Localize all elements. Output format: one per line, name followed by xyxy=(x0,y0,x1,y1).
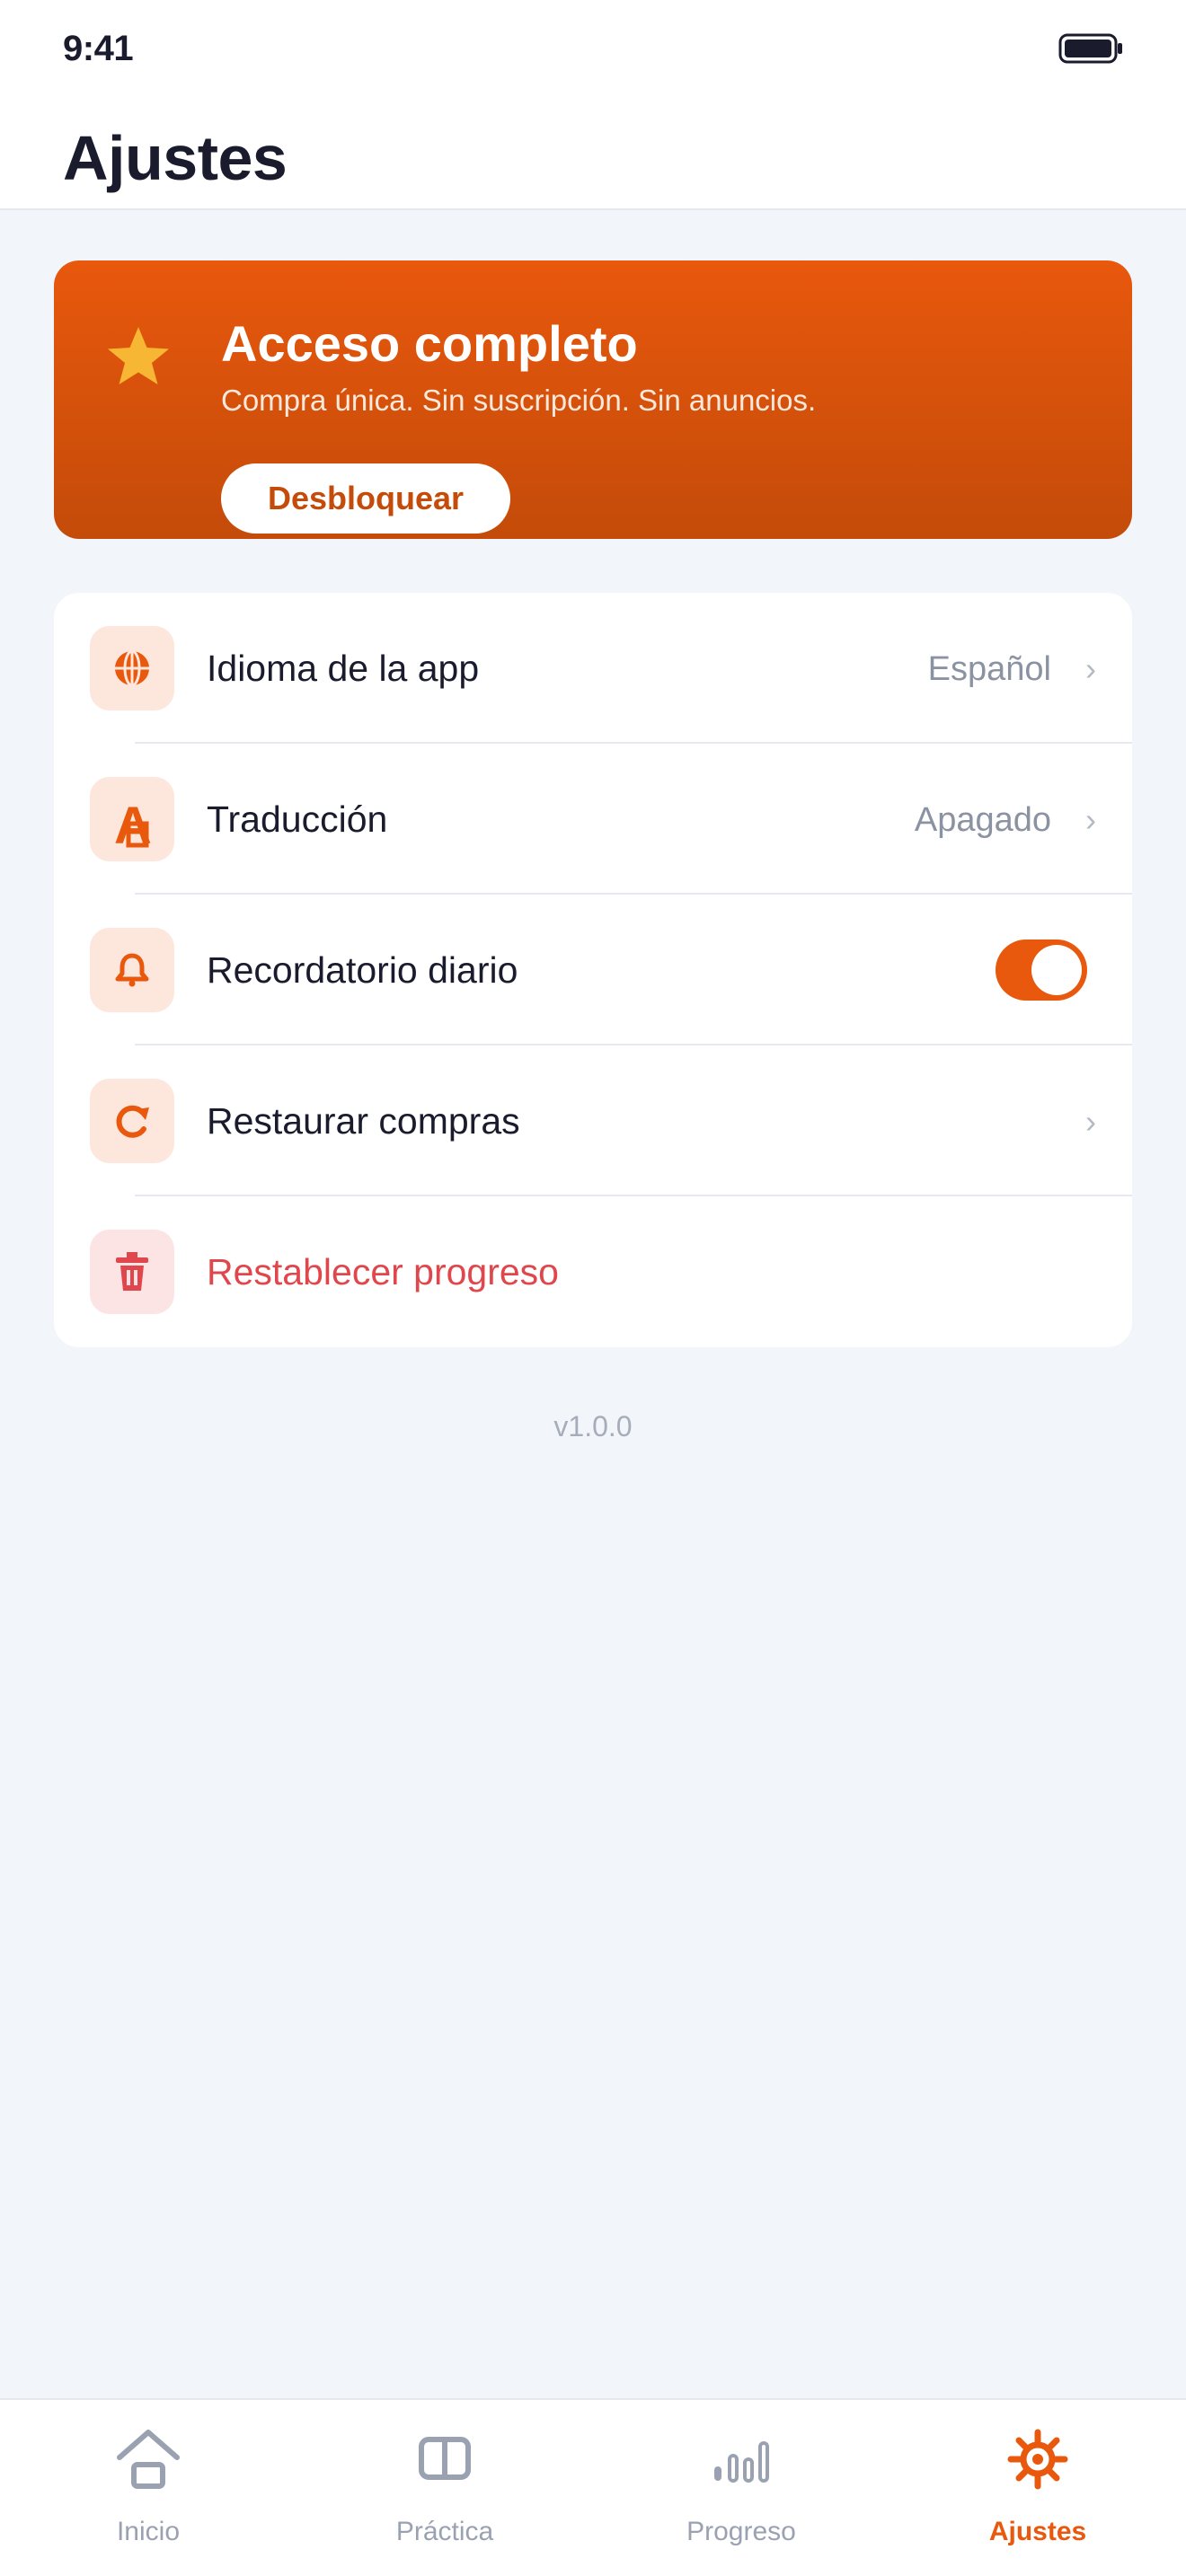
settings-row-label: Restaurar compras xyxy=(207,1100,520,1142)
restore-icon-tile xyxy=(90,1079,174,1163)
promo-subtitle: Compra única. Sin suscripción. Sin anunc… xyxy=(221,384,817,417)
settings-row-daily-reminder: Recordatorio diario xyxy=(54,895,1132,1045)
translation-icon-tile: A xyxy=(90,777,174,861)
globe-icon xyxy=(115,649,149,687)
tab-progreso[interactable]: Progreso xyxy=(593,2400,890,2576)
status-time: 9:41 xyxy=(63,29,134,68)
toggle-knob xyxy=(1031,945,1082,995)
book-icon xyxy=(419,2437,471,2480)
language-icon-tile xyxy=(90,626,174,710)
settings-row-label: Recordatorio diario xyxy=(207,949,518,991)
chevron-right-icon: › xyxy=(1085,650,1096,687)
settings-row-value: Apagado xyxy=(914,801,1051,839)
translate-icon: A xyxy=(114,797,152,851)
settings-row-label: Traducción xyxy=(207,798,388,840)
tab-inicio[interactable]: Inicio xyxy=(0,2400,296,2576)
settings-row-value: Español xyxy=(927,650,1051,688)
tab-practica[interactable]: Práctica xyxy=(296,2400,593,2576)
trash-icon xyxy=(116,1252,148,1291)
gear-icon xyxy=(1007,2429,1068,2490)
tab-bar: Inicio Práctica Progreso Ajustes xyxy=(0,2398,1186,2576)
app-version: v1.0.0 xyxy=(553,1410,633,1442)
chevron-right-icon: › xyxy=(1085,801,1096,838)
reminder-icon-tile xyxy=(90,928,174,1012)
star-icon xyxy=(108,327,169,384)
page-title: Ajustes xyxy=(63,123,288,193)
settings-row-restore-purchases[interactable]: Restaurar compras › xyxy=(54,1045,1132,1196)
settings-row-label: Restablecer progreso xyxy=(207,1251,559,1292)
bell-icon xyxy=(115,953,149,987)
chevron-right-icon: › xyxy=(1085,1103,1096,1140)
reset-icon-tile xyxy=(90,1230,174,1314)
tab-label: Inicio xyxy=(116,2517,181,2546)
tab-label: Ajustes xyxy=(988,2517,1087,2546)
top-header: 9:41 Ajustes xyxy=(0,0,1186,210)
daily-reminder-toggle[interactable] xyxy=(996,940,1087,1001)
home-icon xyxy=(117,2430,180,2489)
tab-label: Práctica xyxy=(395,2517,494,2546)
settings-row-language[interactable]: Idioma de la app Español › xyxy=(54,593,1132,744)
settings-list: Idioma de la app Español › A Traducción … xyxy=(54,593,1132,1347)
tab-ajustes[interactable]: Ajustes xyxy=(890,2400,1186,2576)
battery-icon xyxy=(1058,33,1122,64)
tab-label: Progreso xyxy=(686,2517,796,2546)
settings-row-label: Idioma de la app xyxy=(207,648,480,689)
settings-row-reset-progress[interactable]: Restablecer progreso xyxy=(54,1196,1132,1347)
bar-chart-icon xyxy=(714,2441,769,2483)
settings-row-translation[interactable]: A Traducción Apagado › xyxy=(54,744,1132,895)
promo-title: Acceso completo xyxy=(221,315,638,372)
unlock-button[interactable]: Desbloquear xyxy=(221,463,510,534)
full-access-card: Acceso completo Compra única. Sin suscri… xyxy=(54,260,1132,539)
restore-icon xyxy=(116,1105,149,1138)
